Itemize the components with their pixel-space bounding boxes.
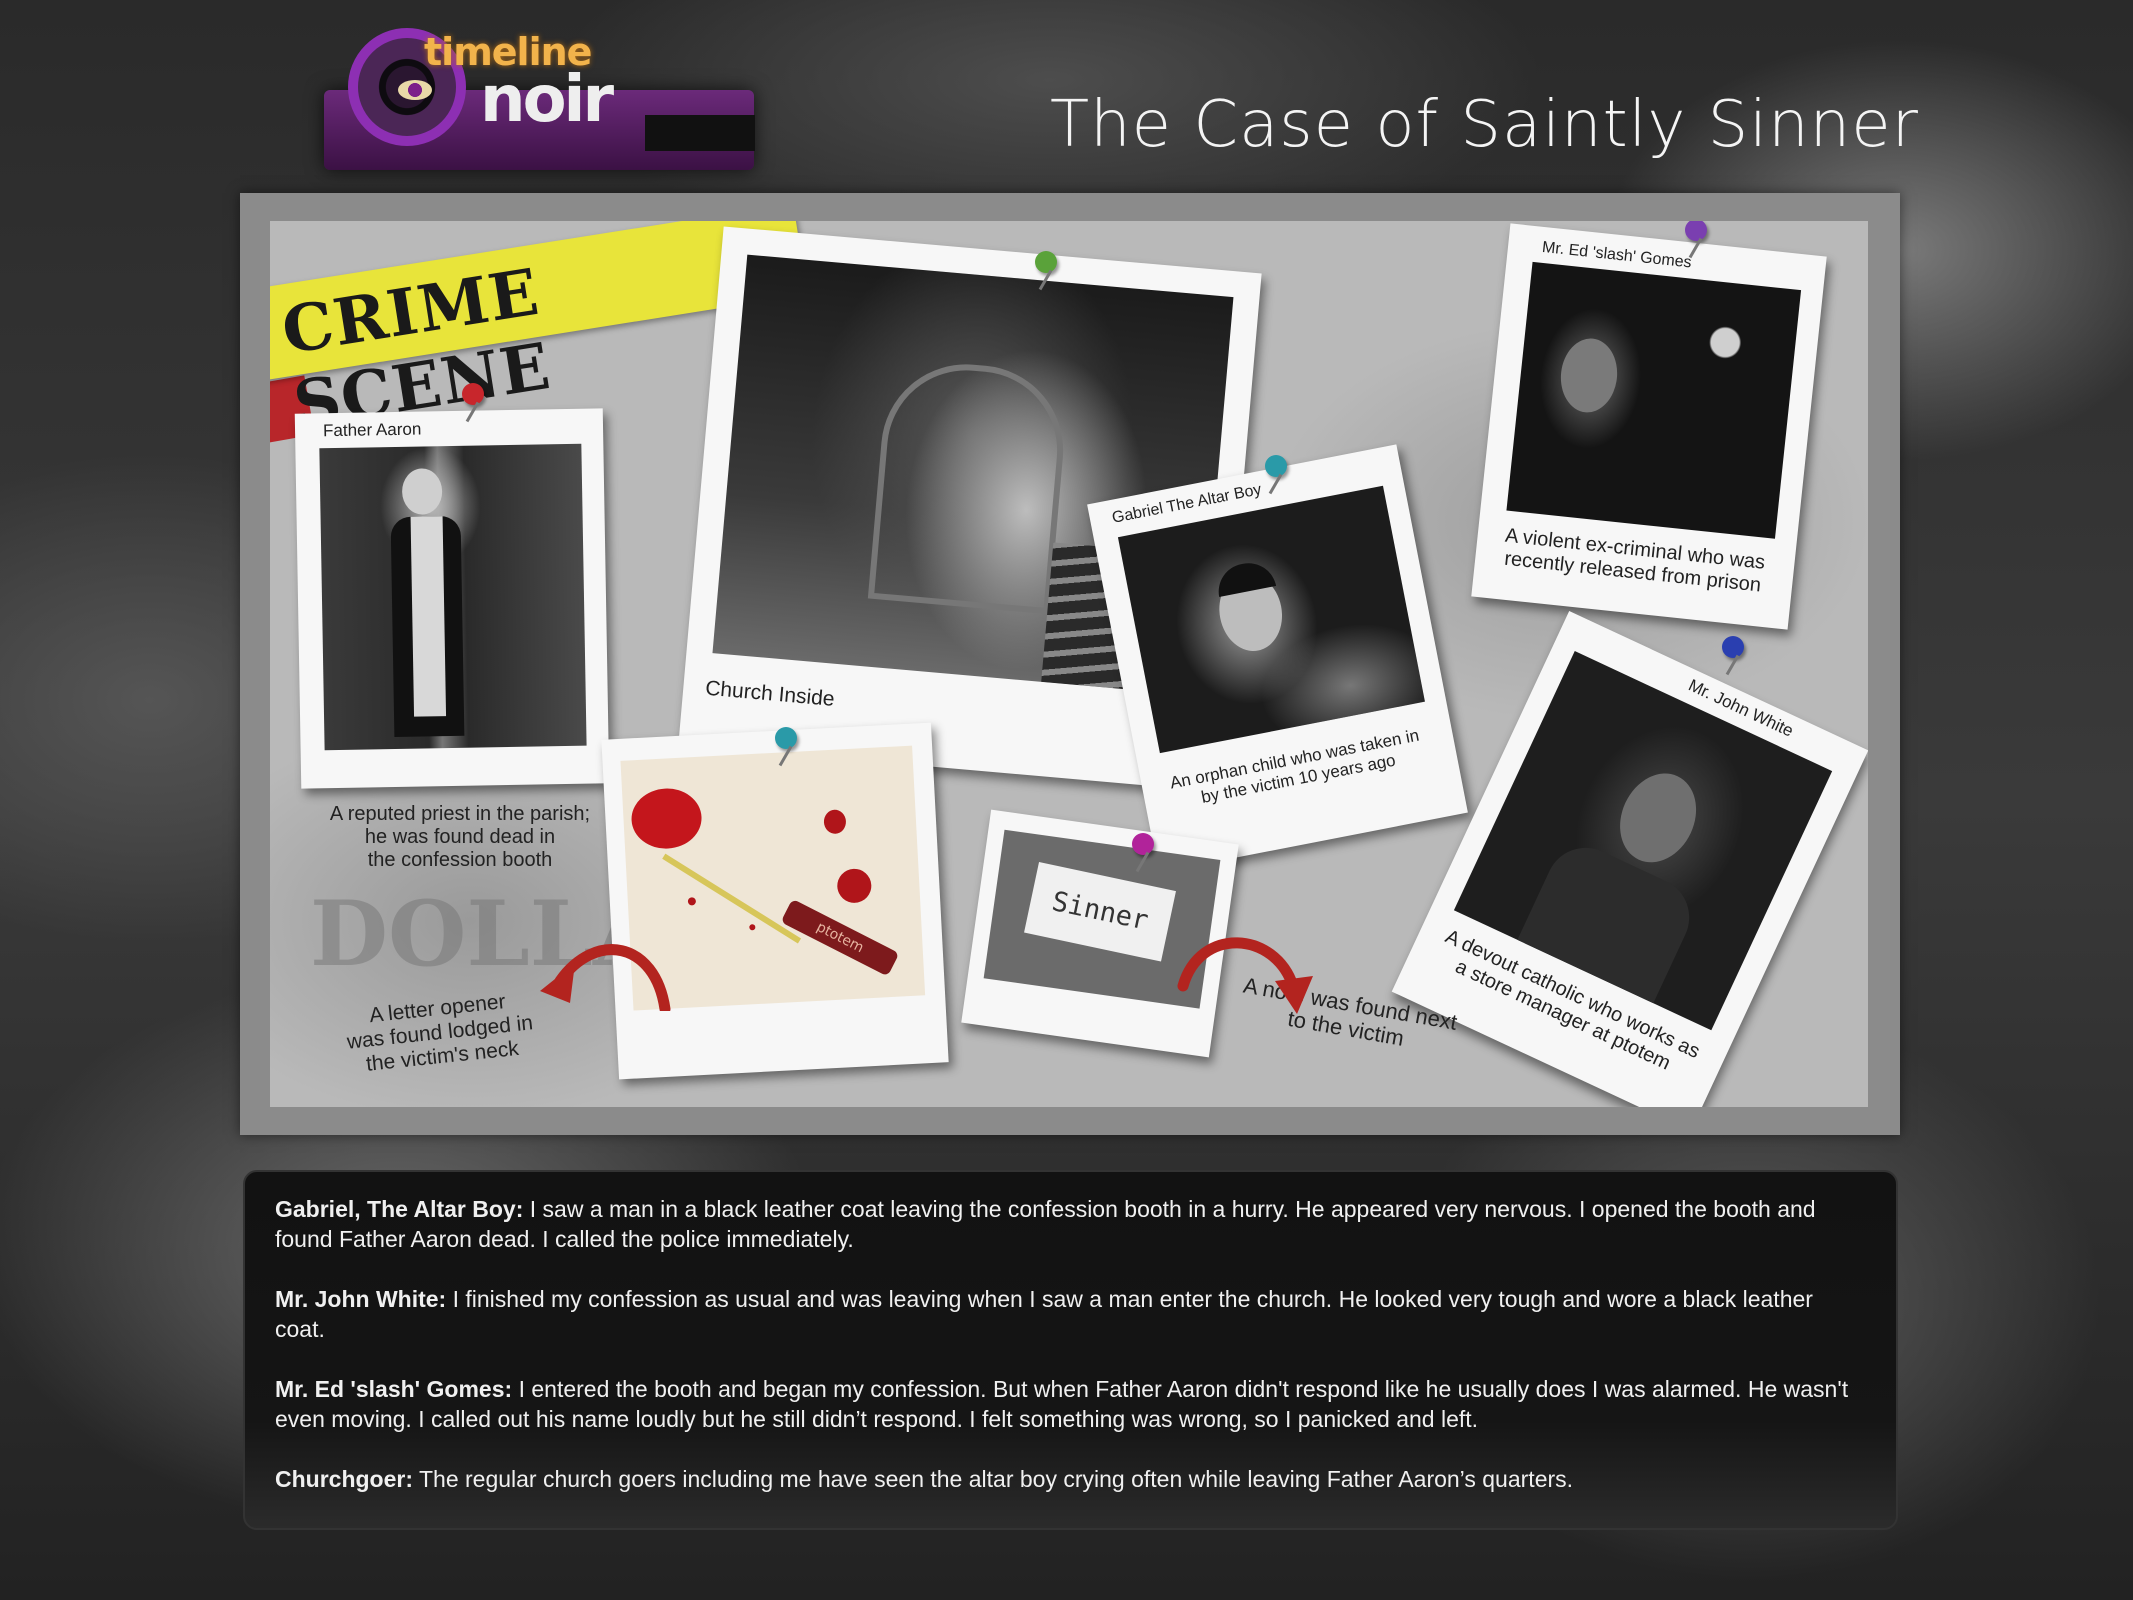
sinner-word: Sinner bbox=[1024, 862, 1176, 962]
testimony-ed-gomes: Mr. Ed 'slash' Gomes: I entered the boot… bbox=[275, 1374, 1866, 1434]
photo-label: Church Inside bbox=[704, 676, 836, 711]
red-arrow-right-icon bbox=[1177, 937, 1313, 1014]
testimony-text: The regular church goers including me ha… bbox=[413, 1466, 1574, 1492]
testimony-speaker: Mr. Ed 'slash' Gomes: bbox=[275, 1376, 513, 1402]
photo-gabriel[interactable]: Gabriel The Altar Boy An orphan child wh… bbox=[1087, 444, 1468, 873]
timeline-noir-logo: timeline noir bbox=[320, 20, 760, 185]
testimony-john-white: Mr. John White: I finished my confession… bbox=[275, 1284, 1866, 1344]
testimony-speaker: Churchgoer: bbox=[275, 1466, 413, 1492]
ed-gomes-image bbox=[1506, 261, 1802, 539]
testimony-panel: Gabriel, The Altar Boy: I saw a man in a… bbox=[243, 1170, 1898, 1530]
photo-father-aaron[interactable]: Father Aaron bbox=[294, 408, 610, 789]
teal-pushpin-icon bbox=[775, 727, 797, 749]
note-father-aaron: A reputed priest in the parish; he was f… bbox=[329, 803, 591, 871]
teal-pushpin-icon bbox=[1265, 455, 1287, 477]
photo-ed-gomes[interactable]: Mr. Ed 'slash' Gomes A violent ex-crimin… bbox=[1471, 223, 1827, 630]
eye-icon bbox=[398, 80, 432, 100]
purple-pushpin-icon bbox=[1685, 221, 1707, 241]
testimony-gabriel: Gabriel, The Altar Boy: I saw a man in a… bbox=[275, 1194, 1866, 1254]
gabriel-image bbox=[1117, 485, 1425, 754]
father-aaron-image bbox=[319, 443, 587, 751]
testimony-speaker: Mr. John White: bbox=[275, 1286, 447, 1312]
green-pushpin-icon bbox=[1035, 251, 1057, 273]
note-letter-opener: A letter opener was found lodged in the … bbox=[345, 990, 535, 1077]
logo-black-block bbox=[645, 115, 755, 151]
photo-letter-opener[interactable]: ptotem bbox=[601, 722, 949, 1080]
red-pushpin-icon bbox=[462, 383, 484, 405]
evidence-board: DOLLA CRIME SCENE Father Aaron A reputed… bbox=[270, 221, 1868, 1107]
testimony-text: I finished my confession as usual and wa… bbox=[275, 1286, 1813, 1342]
magenta-pushpin-icon bbox=[1132, 833, 1154, 855]
red-arrow-left-icon bbox=[540, 944, 671, 1011]
blue-pushpin-icon bbox=[1722, 636, 1744, 658]
testimony-speaker: Gabriel, The Altar Boy: bbox=[275, 1196, 524, 1222]
testimony-churchgoer: Churchgoer: The regular church goers inc… bbox=[275, 1464, 1866, 1494]
logo-word-noir: noir bbox=[480, 63, 614, 137]
case-title: The Case of Saintly Sinner bbox=[1050, 88, 1919, 162]
photo-label: Father Aaron bbox=[322, 419, 422, 441]
